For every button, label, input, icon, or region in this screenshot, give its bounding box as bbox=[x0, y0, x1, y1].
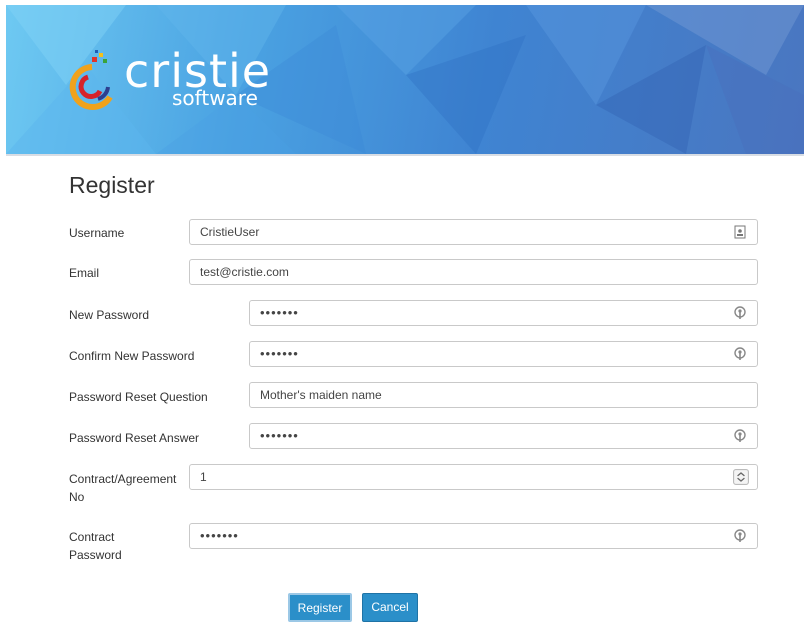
contact-card-icon bbox=[734, 225, 746, 239]
new-password-input[interactable]: ••••••• bbox=[249, 300, 758, 326]
reset-answer-input[interactable]: ••••••• bbox=[249, 423, 758, 449]
contract-no-label: Contract/Agreement No bbox=[69, 470, 176, 506]
brand-subtitle: software bbox=[172, 86, 258, 110]
reset-question-label: Password Reset Question bbox=[69, 390, 208, 404]
contract-password-value: ••••••• bbox=[200, 528, 239, 543]
contract-password-label-line2: Password bbox=[69, 548, 122, 562]
cristie-logo: cristie software bbox=[68, 44, 273, 119]
logo-mark-icon bbox=[69, 50, 113, 110]
reset-question-value: Mother's maiden name bbox=[260, 388, 382, 402]
reset-question-input[interactable]: Mother's maiden name bbox=[249, 382, 758, 408]
email-label: Email bbox=[69, 266, 100, 280]
contract-password-label: Contract Password bbox=[69, 528, 122, 564]
key-icon[interactable] bbox=[733, 347, 747, 361]
contract-no-label-line2: No bbox=[69, 490, 85, 504]
confirm-password-input[interactable]: ••••••• bbox=[249, 341, 758, 367]
contract-no-label-line1: Contract/Agreement bbox=[69, 472, 177, 486]
username-label: Username bbox=[69, 226, 125, 240]
confirm-password-value: ••••••• bbox=[260, 346, 299, 361]
contract-password-input[interactable]: ••••••• bbox=[189, 523, 758, 549]
username-value: CristieUser bbox=[200, 225, 260, 239]
header-banner: cristie software bbox=[6, 5, 804, 156]
new-password-value: ••••••• bbox=[260, 305, 299, 320]
key-icon[interactable] bbox=[733, 529, 747, 543]
spinner-icon[interactable] bbox=[733, 469, 749, 485]
reset-answer-label: Password Reset Answer bbox=[69, 431, 200, 445]
register-button[interactable]: Register bbox=[288, 593, 352, 622]
reset-answer-value: ••••••• bbox=[260, 428, 299, 443]
contract-no-input[interactable]: 1 bbox=[189, 464, 758, 490]
email-value: test@cristie.com bbox=[200, 265, 289, 279]
key-icon[interactable] bbox=[733, 306, 747, 320]
page-title: Register bbox=[69, 172, 155, 198]
contract-password-label-line1: Contract bbox=[69, 530, 115, 544]
email-input[interactable]: test@cristie.com bbox=[189, 259, 758, 285]
key-icon[interactable] bbox=[733, 429, 747, 443]
cancel-button[interactable]: Cancel bbox=[362, 593, 418, 622]
username-input[interactable]: CristieUser bbox=[189, 219, 758, 245]
confirm-password-label: Confirm New Password bbox=[69, 349, 195, 363]
contract-no-value: 1 bbox=[200, 470, 207, 484]
new-password-label: New Password bbox=[69, 308, 150, 322]
